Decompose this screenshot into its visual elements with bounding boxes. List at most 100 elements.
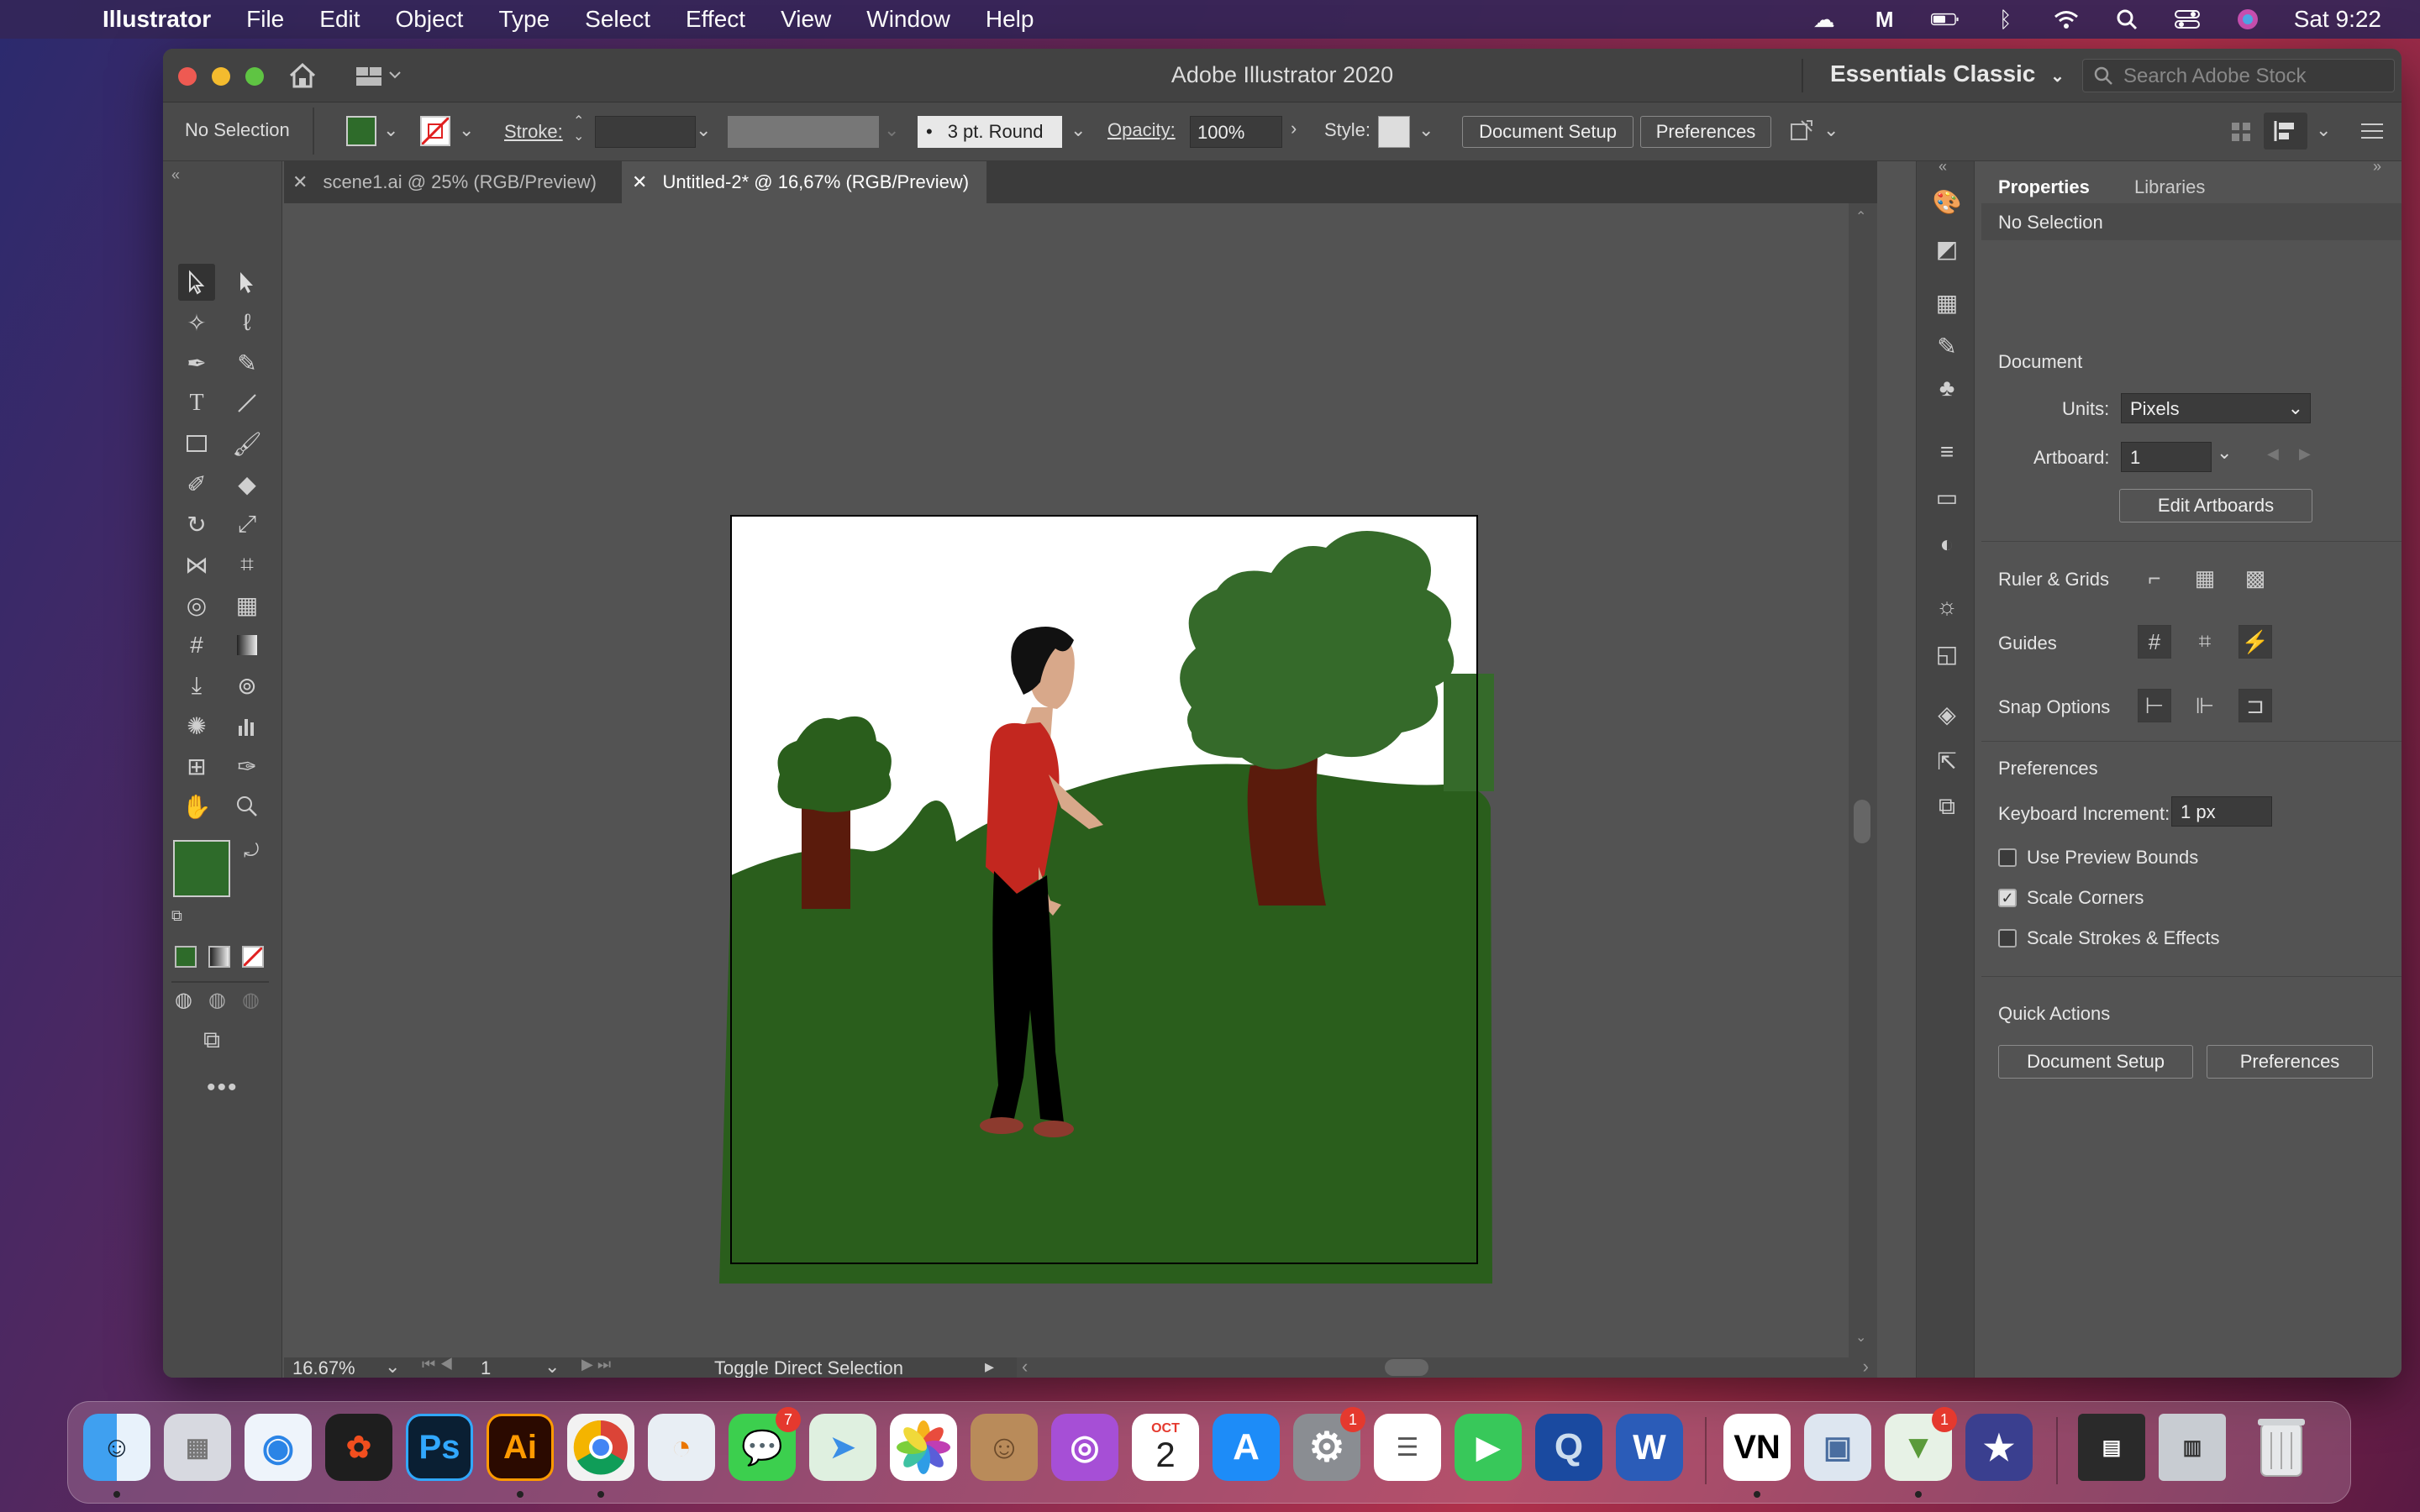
- eyedropper-tool-icon[interactable]: ⤓: [178, 667, 215, 704]
- menu-object[interactable]: Object: [396, 6, 464, 33]
- stroke-dropdown-icon[interactable]: ⌄: [459, 119, 474, 141]
- snap-to-pixel-icon[interactable]: ⊐: [2238, 689, 2272, 722]
- adobe-stock-search[interactable]: Search Adobe Stock: [2082, 59, 2395, 92]
- show-guides-icon[interactable]: #: [2138, 625, 2171, 659]
- quick-preferences-button[interactable]: Preferences: [2207, 1045, 2373, 1079]
- status-message[interactable]: Toggle Direct Selection: [714, 1357, 903, 1378]
- next-artboard-icon[interactable]: ▶: [2299, 445, 2311, 463]
- stroke-weight-dropdown-icon[interactable]: ⌄: [696, 119, 711, 141]
- creative-cloud-icon[interactable]: ☁: [1810, 7, 1839, 32]
- first-artboard-icon[interactable]: ⏮ ◀: [422, 1356, 453, 1373]
- smart-guides-icon[interactable]: ⚡: [2238, 625, 2272, 659]
- selection-tool-icon[interactable]: [178, 264, 215, 301]
- shaper-tool-icon[interactable]: ✐: [178, 465, 215, 502]
- brush-definition[interactable]: • 3 pt. Round: [918, 116, 1062, 148]
- variable-width-profile[interactable]: [728, 116, 879, 148]
- stroke-weight-field[interactable]: [595, 116, 696, 148]
- transparency-grid-icon[interactable]: ▩: [2238, 561, 2272, 595]
- menu-edit[interactable]: Edit: [319, 6, 360, 33]
- gradient-tool-icon[interactable]: [229, 627, 266, 664]
- transparency-panel-icon[interactable]: ◐: [1930, 528, 1964, 561]
- last-artboard-icon[interactable]: ▶ ⏭: [581, 1356, 611, 1373]
- artboards-panel-icon[interactable]: ⧉: [1930, 790, 1964, 823]
- grid-icon[interactable]: ▦: [2188, 561, 2222, 595]
- tab-libraries[interactable]: Libraries: [2134, 176, 2205, 198]
- direct-selection-tool-icon[interactable]: [229, 264, 266, 301]
- puppet-warp-icon[interactable]: [1785, 114, 1818, 148]
- chrome-icon[interactable]: [567, 1414, 634, 1481]
- graphic-style-swatch[interactable]: [1378, 116, 1410, 148]
- menubar-clock[interactable]: Sat 9:22: [2294, 6, 2381, 33]
- asset-export-panel-icon[interactable]: ⇱: [1930, 744, 1964, 778]
- rotate-tool-icon[interactable]: ↻: [178, 506, 215, 543]
- artboard-dropdown-icon[interactable]: ⌄: [2217, 442, 2232, 464]
- workspace-switcher[interactable]: Essentials Classic ⌄: [1830, 60, 2065, 87]
- artboard-navigator-field[interactable]: 1: [481, 1357, 544, 1378]
- siri-icon[interactable]: [2233, 8, 2262, 31]
- checkbox-box[interactable]: [1998, 848, 2017, 867]
- snap-to-grid-icon[interactable]: ⊩: [2188, 689, 2222, 722]
- finder-icon[interactable]: ☺: [83, 1414, 150, 1481]
- messages-icon[interactable]: 💬 7: [729, 1407, 801, 1481]
- edit-artboards-button[interactable]: Edit Artboards: [2119, 489, 2312, 522]
- opacity-field[interactable]: 100%: [1190, 116, 1282, 148]
- artboard-dropdown-icon[interactable]: ⌄: [544, 1356, 560, 1378]
- keyboard-increment-field[interactable]: 1 px: [2171, 796, 2272, 827]
- menu-app-name[interactable]: Illustrator: [103, 6, 211, 33]
- style-dropdown-icon[interactable]: ⌄: [1418, 119, 1434, 141]
- scroll-right-icon[interactable]: ›: [1863, 1356, 1869, 1378]
- document-setup-button[interactable]: Document Setup: [1462, 116, 1634, 148]
- curvature-tool-icon[interactable]: ✎: [229, 344, 266, 381]
- photoshop-icon[interactable]: Ps: [406, 1414, 473, 1481]
- perspective-grid-tool-icon[interactable]: ▦: [229, 586, 266, 623]
- use-preview-bounds-checkbox[interactable]: Use Preview Bounds: [1998, 847, 2198, 869]
- units-select[interactable]: Pixels ⌄: [2121, 393, 2311, 423]
- brush-dropdown-icon[interactable]: ⌄: [1071, 119, 1086, 141]
- align-grid-icon[interactable]: [2230, 121, 2252, 143]
- eraser-tool-icon[interactable]: ◆: [229, 465, 266, 502]
- menu-select[interactable]: Select: [585, 6, 650, 33]
- layers-panel-icon[interactable]: ◈: [1930, 697, 1964, 731]
- previous-artboard-icon[interactable]: ◀: [2267, 445, 2279, 463]
- draw-normal-icon[interactable]: ◍: [175, 988, 192, 1012]
- color-mode-icon[interactable]: [175, 946, 197, 968]
- horizontal-scrollbar[interactable]: ‹ ›: [1017, 1356, 1877, 1378]
- contacts-icon[interactable]: ☺: [971, 1414, 1038, 1481]
- fill-color-box[interactable]: [173, 840, 230, 897]
- scroll-left-icon[interactable]: ‹: [1022, 1356, 1028, 1378]
- draw-inside-icon[interactable]: ◍: [242, 988, 260, 1012]
- scroll-up-icon[interactable]: ⌃: [1855, 208, 1866, 225]
- close-tab-icon[interactable]: ✕: [632, 171, 647, 192]
- change-screen-mode-icon[interactable]: ⧉: [203, 1026, 220, 1054]
- artboard-tool-icon[interactable]: ⊞: [178, 748, 215, 785]
- tab-untitled-2[interactable]: ✕ Untitled-2* @ 16,67% (RGB/Preview): [622, 161, 986, 203]
- stroke-label[interactable]: Stroke:: [504, 121, 563, 143]
- blend-tool-icon[interactable]: ⊚: [229, 667, 266, 704]
- none-mode-icon[interactable]: [242, 946, 264, 968]
- vertical-scroll-thumb[interactable]: [1854, 800, 1870, 843]
- spotlight-search-icon[interactable]: [2112, 8, 2141, 31]
- magic-wand-tool-icon[interactable]: ✧: [178, 304, 215, 341]
- fill-swatch[interactable]: [346, 116, 376, 146]
- malwarebytes-icon[interactable]: M: [1870, 7, 1899, 32]
- zoom-level-field[interactable]: 16.67%: [292, 1357, 393, 1378]
- menu-file[interactable]: File: [246, 6, 284, 33]
- symbols-panel-icon[interactable]: ♣: [1930, 371, 1964, 405]
- scroll-down-icon[interactable]: ⌄: [1855, 1329, 1866, 1346]
- stroke-weight-stepper[interactable]: ⌃ ⌄: [573, 114, 584, 144]
- gradient-panel-icon[interactable]: ▭: [1930, 480, 1964, 514]
- default-fill-stroke-icon[interactable]: ⧉: [171, 907, 182, 925]
- appearance-panel-icon[interactable]: ☼: [1930, 590, 1964, 623]
- snap-to-point-icon[interactable]: ⊢: [2138, 689, 2171, 722]
- app-store-icon[interactable]: A: [1213, 1414, 1280, 1481]
- opacity-arrow-icon[interactable]: ›: [1291, 118, 1297, 139]
- slice-tool-icon[interactable]: ✑: [229, 748, 266, 785]
- stroke-swatch[interactable]: [420, 116, 450, 146]
- free-transform-tool-icon[interactable]: ⌗: [229, 546, 266, 583]
- status-menu-arrow-icon[interactable]: ▸: [985, 1356, 994, 1378]
- illustrator-icon[interactable]: Ai: [487, 1414, 554, 1481]
- reminders-icon[interactable]: ☰: [1374, 1414, 1441, 1481]
- mesh-tool-icon[interactable]: #: [178, 627, 215, 664]
- opacity-label[interactable]: Opacity:: [1107, 119, 1176, 141]
- imovie-icon[interactable]: ★: [1965, 1414, 2033, 1481]
